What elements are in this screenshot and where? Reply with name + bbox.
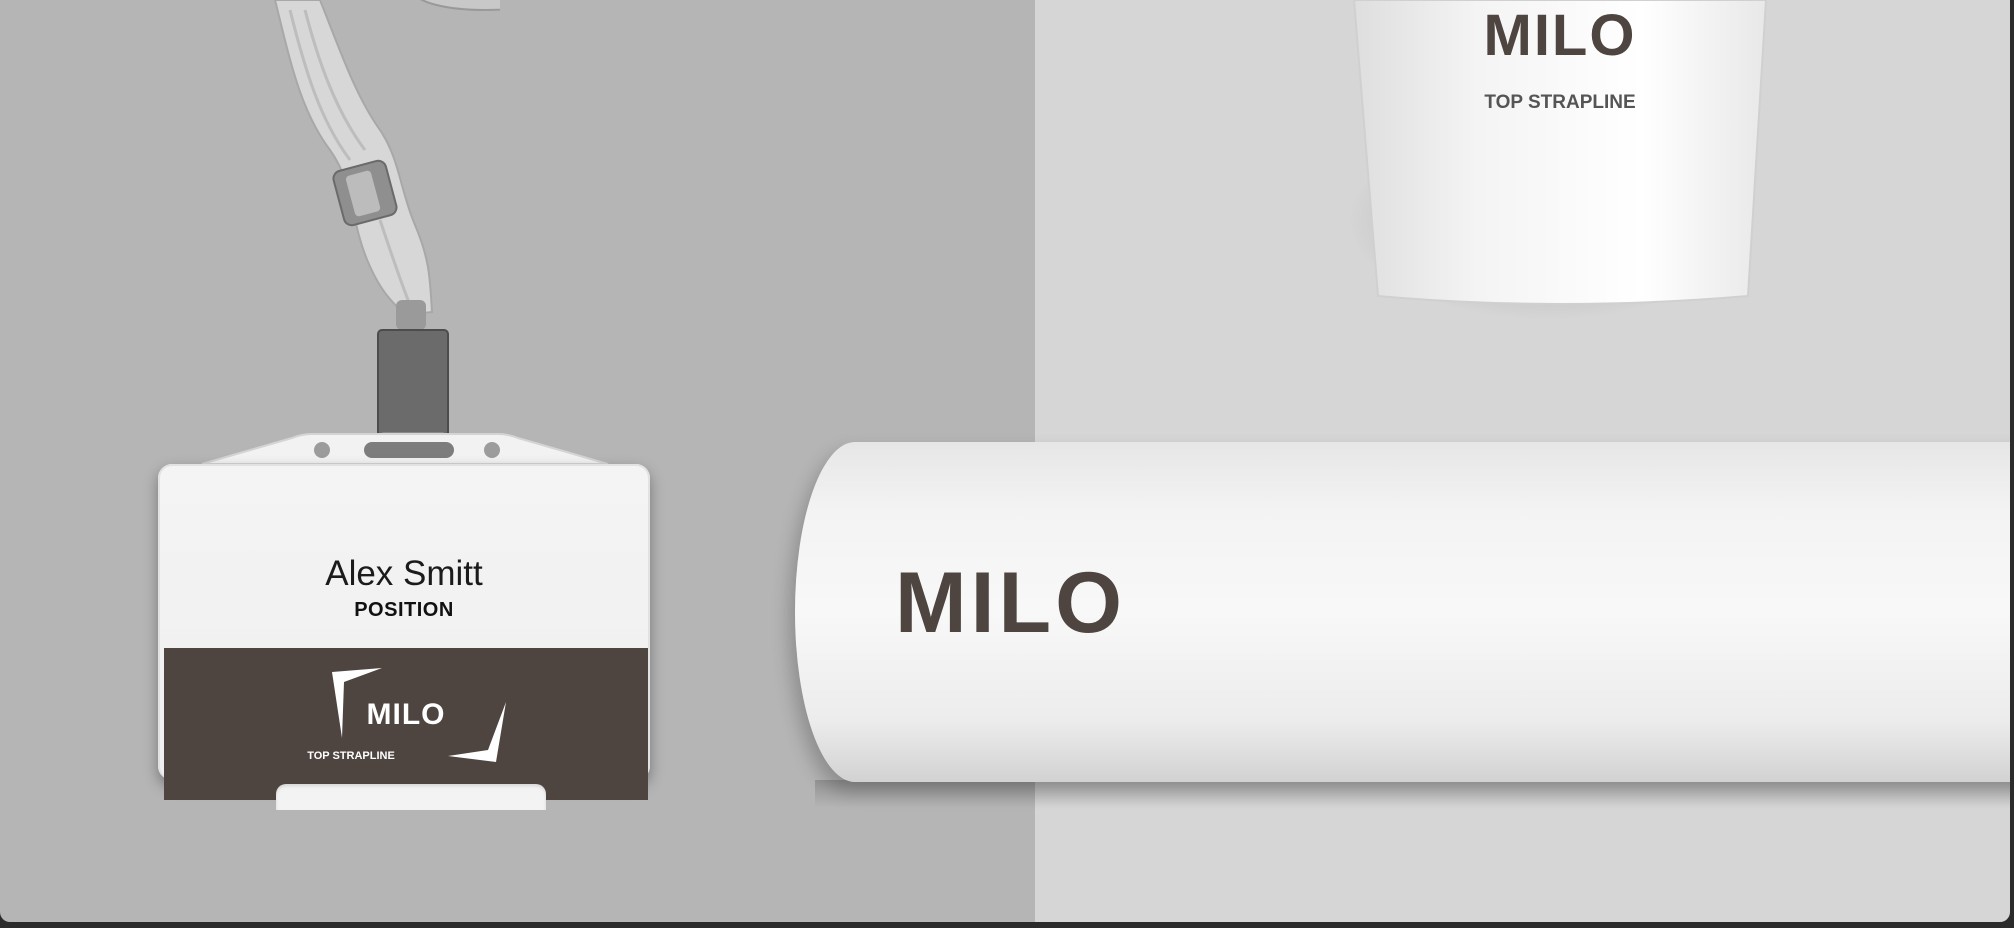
roll-shadow	[815, 780, 2010, 808]
badge-name: Alex Smitt	[325, 554, 483, 593]
cup-logo: MILO	[1483, 3, 1637, 68]
cup-strapline: TOP STRAPLINE	[1484, 92, 1636, 113]
roll-logo: MILO	[895, 555, 1126, 651]
coffee-cup: MILO TOP STRAPLINE	[1348, 0, 1772, 320]
id-badge: Alex Smitt POSITION MILO TOP STRAPLINE	[152, 428, 658, 810]
lanyard	[273, 0, 500, 452]
badge-card: Alex Smitt POSITION MILO TOP STRAPLINE	[158, 464, 650, 810]
paper-roll: MILO	[795, 442, 2010, 808]
badge-position: POSITION	[354, 599, 454, 621]
badge-slot	[276, 784, 546, 810]
badge-brand-band: MILO TOP STRAPLINE	[164, 648, 648, 800]
badge-strapline: TOP STRAPLINE	[307, 750, 395, 762]
mockup-scene: Alex Smitt POSITION MILO TOP STRAPLINE M…	[0, 0, 2010, 922]
badge-logo: MILO	[366, 698, 446, 731]
